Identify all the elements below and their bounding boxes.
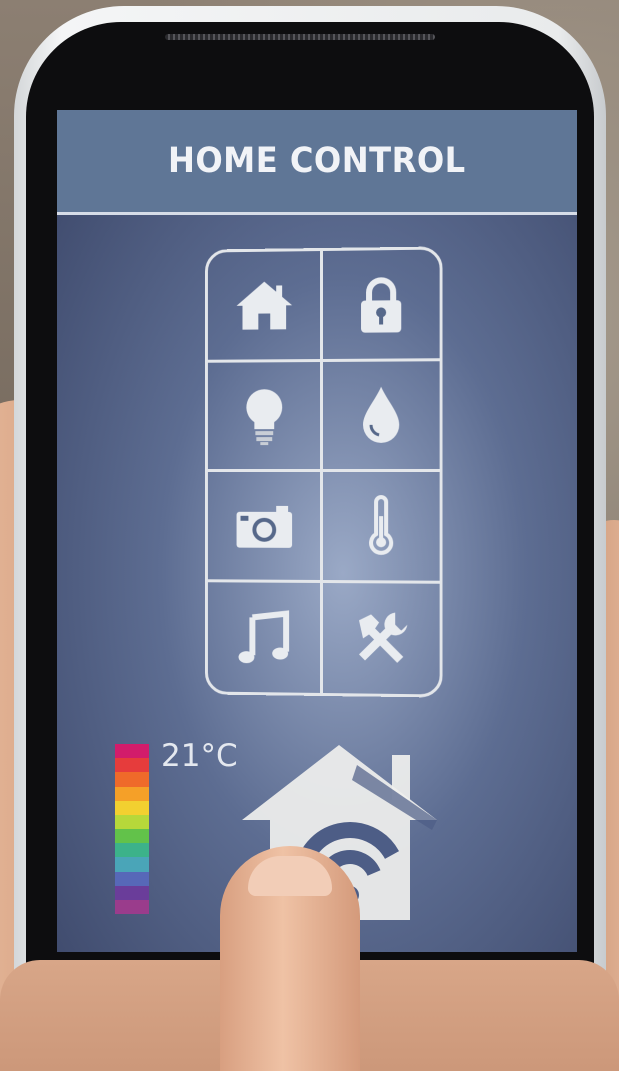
phone-screen: HOME CONTROL 21°C	[57, 110, 577, 952]
temperature-scale-segment	[115, 786, 149, 801]
control-camera[interactable]	[207, 472, 323, 583]
temperature-scale-segment	[115, 814, 149, 830]
photo-scene: HOME CONTROL 21°C	[0, 0, 619, 1071]
control-lights[interactable]	[207, 361, 323, 472]
control-grid	[204, 246, 443, 698]
temperature-readout: 21°C	[161, 738, 238, 774]
thermometer-icon	[349, 494, 413, 558]
fingernail	[248, 856, 332, 896]
temperature-scale-segment	[115, 772, 149, 787]
page-title: HOME CONTROL	[168, 141, 466, 181]
control-water[interactable]	[323, 360, 440, 472]
control-music[interactable]	[207, 581, 323, 693]
temperature-scale-segment	[115, 885, 149, 900]
speaker-grille	[165, 34, 435, 40]
home-icon	[236, 281, 292, 330]
music-note-icon	[238, 605, 295, 669]
title-bar: HOME CONTROL	[57, 110, 577, 215]
temperature-scale-segment	[115, 800, 149, 815]
temperature-scale-segment	[115, 871, 149, 886]
pointing-finger	[220, 846, 360, 1071]
temperature-scale-segment	[115, 758, 149, 773]
control-lock[interactable]	[323, 249, 440, 362]
temperature-scale-segment	[115, 857, 149, 872]
temperature-scale-segment	[115, 829, 149, 844]
water-drop-icon	[363, 386, 400, 444]
control-settings[interactable]	[323, 583, 440, 695]
control-home[interactable]	[207, 251, 323, 363]
temperature-scale-segment	[115, 744, 149, 759]
temperature-scale	[115, 744, 149, 915]
tools-icon	[359, 612, 408, 663]
temperature-scale-segment	[115, 899, 149, 915]
temperature-scale-segment	[115, 843, 149, 858]
control-temperature[interactable]	[323, 472, 440, 584]
light-bulb-icon	[245, 389, 282, 446]
lock-icon	[349, 272, 413, 333]
camera-icon	[236, 505, 292, 548]
